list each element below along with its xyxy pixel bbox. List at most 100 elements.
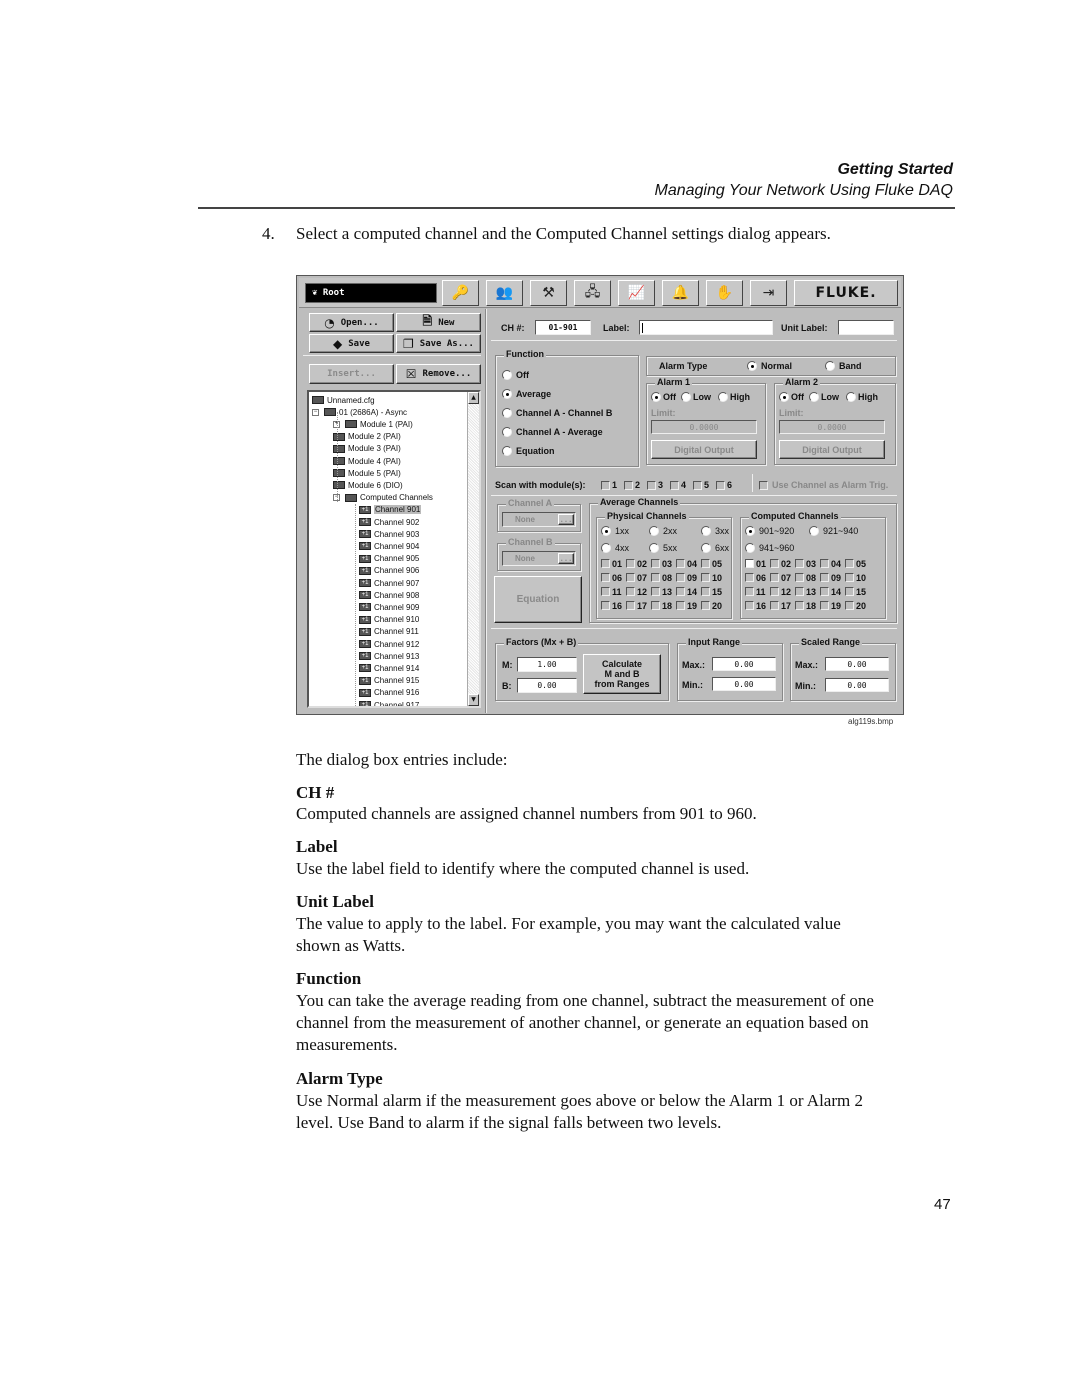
checkbox[interactable] — [624, 480, 633, 490]
tree-item[interactable]: +1 Channel 903 — [359, 528, 419, 540]
checkbox[interactable] — [626, 573, 635, 582]
physical-channel-05-checkbox[interactable]: 05 — [701, 558, 726, 569]
computed-channel-20-checkbox[interactable]: 20 — [845, 600, 870, 611]
tree-item[interactable]: − 01 (2686A) - Async — [312, 406, 407, 418]
computed-channel-04-checkbox[interactable]: 04 — [820, 558, 845, 569]
computed-channel-05-checkbox[interactable]: 05 — [845, 558, 870, 569]
tree-item[interactable]: +1 Channel 905 — [359, 553, 419, 565]
computed-channel-15-checkbox[interactable]: 15 — [845, 586, 870, 597]
radio-button[interactable] — [502, 370, 512, 380]
tree-item[interactable]: Module 3 (PAI) — [333, 443, 401, 455]
radio-button[interactable] — [651, 392, 661, 402]
checkbox[interactable] — [795, 587, 804, 596]
calculate-m-and-b-button[interactable]: Calculate M and B from Ranges — [583, 654, 661, 694]
scan-module-2-checkbox[interactable]: 2 — [624, 480, 640, 490]
computed-channel-17-checkbox[interactable]: 17 — [770, 600, 795, 611]
toolbar-button-chart[interactable]: 📈 — [618, 280, 655, 306]
physical-channel-09-checkbox[interactable]: 09 — [676, 572, 701, 583]
checkbox[interactable] — [716, 480, 725, 490]
computed-channel-01-checkbox[interactable]: 01 — [745, 558, 770, 569]
tree-item[interactable]: +1 Channel 904 — [359, 540, 419, 552]
physical-bank-1xx[interactable]: 1xx — [601, 526, 629, 536]
checkbox[interactable] — [601, 559, 610, 568]
computed-channel-09-checkbox[interactable]: 09 — [820, 572, 845, 583]
physical-channel-17-checkbox[interactable]: 17 — [626, 600, 651, 611]
tree-scrollbar[interactable]: ▲ ▼ — [467, 392, 479, 706]
checkbox[interactable] — [820, 587, 829, 596]
expand-toggle-icon[interactable]: − — [312, 408, 319, 416]
radio-button[interactable] — [502, 446, 512, 456]
radio-button[interactable] — [745, 526, 755, 536]
radio-button[interactable] — [846, 392, 856, 402]
tree-item[interactable]: Unnamed.cfg — [312, 394, 375, 406]
tree-item[interactable]: − Computed Channels — [333, 492, 433, 504]
toolbar-button-tools[interactable]: ⚒ — [530, 280, 567, 306]
checkbox[interactable] — [601, 587, 610, 596]
alarm2-digital-output-button[interactable]: Digital Output — [779, 440, 885, 459]
tree-item[interactable]: Module 2 (PAI) — [333, 431, 401, 443]
toolbar-button-exit-door[interactable]: ⇥ — [750, 280, 787, 306]
toolbar-button-keys[interactable]: 🔑 — [442, 280, 479, 306]
alarm1-option-low[interactable]: Low — [681, 392, 711, 402]
checkbox[interactable] — [701, 587, 710, 596]
physical-channel-12-checkbox[interactable]: 12 — [626, 586, 651, 597]
checkbox[interactable] — [770, 601, 779, 610]
checkbox[interactable] — [601, 480, 610, 490]
physical-channel-20-checkbox[interactable]: 20 — [701, 600, 726, 611]
checkbox[interactable] — [701, 559, 710, 568]
alarm2-limit-field[interactable]: 0.0000 — [779, 420, 885, 434]
radio-button[interactable] — [601, 526, 611, 536]
alarm1-digital-output-button[interactable]: Digital Output — [651, 440, 757, 459]
tree-item[interactable]: +1 Channel 911 — [359, 626, 419, 638]
physical-channel-13-checkbox[interactable]: 13 — [651, 586, 676, 597]
toolbar-button-alarm-bell[interactable]: 🔔 — [662, 280, 699, 306]
checkbox[interactable] — [845, 601, 854, 610]
scan-module-6-checkbox[interactable]: 6 — [716, 480, 732, 490]
radio-button[interactable] — [745, 543, 755, 553]
checkbox[interactable] — [745, 587, 754, 596]
scroll-up-arrow-icon[interactable]: ▲ — [468, 392, 479, 404]
scan-module-4-checkbox[interactable]: 4 — [670, 480, 686, 490]
tree-item[interactable]: +1 Channel 915 — [359, 675, 419, 687]
computed-channel-18-checkbox[interactable]: 18 — [795, 600, 820, 611]
checkbox[interactable] — [676, 587, 685, 596]
checkbox[interactable] — [795, 573, 804, 582]
computed-channel-10-checkbox[interactable]: 10 — [845, 572, 870, 583]
function-option-average[interactable]: Average — [502, 389, 551, 399]
physical-bank-6xx[interactable]: 6xx — [701, 543, 729, 553]
checkbox[interactable] — [745, 601, 754, 610]
function-option-equation[interactable]: Equation — [502, 446, 555, 456]
radio-button[interactable] — [649, 526, 659, 536]
radio-button[interactable] — [809, 526, 819, 536]
checkbox[interactable] — [626, 559, 635, 568]
remove-button[interactable]: ☒ Remove... — [396, 364, 481, 384]
input-min-field[interactable]: 0.00 — [712, 677, 776, 691]
tree-item[interactable]: Module 4 (PAI) — [333, 455, 401, 467]
radio-button[interactable] — [701, 526, 711, 536]
physical-channel-08-checkbox[interactable]: 08 — [651, 572, 676, 583]
tree-item[interactable]: Module 6 (DIO) — [333, 479, 403, 491]
physical-bank-5xx[interactable]: 5xx — [649, 543, 677, 553]
checkbox[interactable] — [651, 601, 660, 610]
checkbox[interactable] — [676, 601, 685, 610]
physical-channel-04-checkbox[interactable]: 04 — [676, 558, 701, 569]
scan-module-1-checkbox[interactable]: 1 — [601, 480, 617, 490]
alarm-trigger-check[interactable] — [759, 480, 768, 490]
radio-button[interactable] — [809, 392, 819, 402]
tree-item[interactable]: +1 Channel 908 — [359, 589, 419, 601]
computed-channel-08-checkbox[interactable]: 08 — [795, 572, 820, 583]
computed-channel-06-checkbox[interactable]: 06 — [745, 572, 770, 583]
alarm1-limit-field[interactable]: 0.0000 — [651, 420, 757, 434]
alarm2-option-off[interactable]: Off — [779, 392, 804, 402]
checkbox[interactable] — [651, 559, 660, 568]
physical-channel-10-checkbox[interactable]: 10 — [701, 572, 726, 583]
checkbox[interactable] — [601, 601, 610, 610]
function-option-channel-a-average[interactable]: Channel A - Average — [502, 427, 603, 437]
toolbar-button-hand[interactable]: ✋ — [706, 280, 743, 306]
checkbox[interactable] — [676, 559, 685, 568]
computed-bank-901-920[interactable]: 901~920 — [745, 526, 794, 536]
radio-button[interactable] — [601, 543, 611, 553]
computed-channel-13-checkbox[interactable]: 13 — [795, 586, 820, 597]
physical-channel-19-checkbox[interactable]: 19 — [676, 600, 701, 611]
alarm1-option-high[interactable]: High — [718, 392, 750, 402]
